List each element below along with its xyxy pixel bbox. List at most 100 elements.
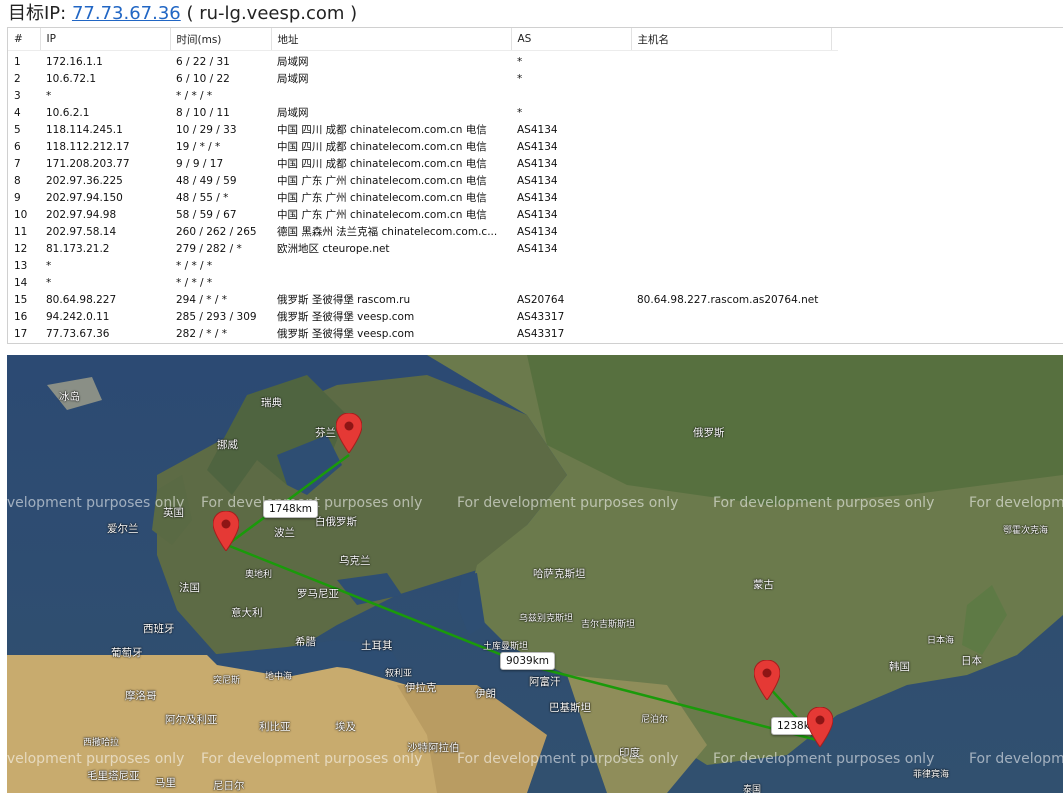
column-header-number[interactable]: # [8, 28, 41, 51]
hop-as: * [517, 72, 523, 85]
hop-ip: 202.97.94.150 [46, 191, 123, 204]
column-header-address[interactable]: 地址 [271, 28, 512, 51]
place-label: 土耳其 [361, 640, 393, 652]
place-label: 韩国 [889, 661, 910, 673]
hop-address [271, 274, 511, 291]
column-header-as[interactable]: AS [511, 28, 632, 51]
place-label: 乌克兰 [339, 555, 371, 567]
place-label: 土库曼斯坦 [483, 642, 529, 652]
table-row[interactable]: 16 94.242.0.11 285 / 293 / 309 俄罗斯 圣彼得堡 vee… [8, 308, 838, 325]
row-filler [831, 308, 838, 325]
table-row[interactable]: 12 81.173.21.2 279 / 282 / * 欧洲地区 cteurope.… [8, 240, 838, 257]
hop-as: * [517, 106, 523, 119]
map-marker-icon[interactable] [213, 511, 239, 551]
place-label: 西撒哈拉 [83, 738, 120, 748]
column-header-ip[interactable]: IP [40, 28, 171, 51]
row-filler [831, 172, 838, 189]
place-label: 英国 [163, 507, 184, 519]
place-label: 意大利 [231, 607, 263, 619]
row-filler [831, 138, 838, 155]
hop-address [271, 87, 511, 104]
table-row[interactable]: 9 202.97.94.150 48 / 55 / * 中国 广东 广州 chinat… [8, 189, 838, 206]
row-filler [831, 104, 838, 121]
hop-ip: 171.208.203.77 [46, 157, 130, 170]
place-label: 摩洛哥 [125, 690, 157, 702]
row-filler [831, 274, 838, 291]
hop-hostname [631, 223, 831, 240]
place-label: 芬兰 [315, 427, 336, 439]
place-label: 蒙古 [753, 579, 774, 591]
place-label: 埃及 [335, 721, 356, 733]
hop-time: 8 / 10 / 11 [176, 106, 230, 119]
table-row[interactable]: 11 202.97.58.14 260 / 262 / 265 德国 黑森州 法兰克福… [8, 223, 838, 240]
place-label: 阿尔及利亚 [165, 714, 218, 726]
hop-as: AS4134 [517, 242, 558, 255]
table-row[interactable]: 2 10.6.72.1 6 / 10 / 22 局域网 * [8, 70, 838, 87]
table-row[interactable]: 6 118.112.212.17 19 / * / * 中国 四川 成都 chinat… [8, 138, 838, 155]
route-map[interactable]: For development purposes only For develo… [7, 355, 1063, 793]
hop-ip: 202.97.36.225 [46, 174, 123, 187]
row-filler [831, 325, 838, 342]
place-label: 罗马尼亚 [297, 588, 339, 600]
hop-ip: * [46, 89, 52, 102]
hop-as: AS4134 [517, 157, 558, 170]
target-ip-prefix: 目标IP: [8, 3, 72, 24]
table-row[interactable]: 13 * * / * / * [8, 257, 838, 274]
hop-number: 13 [14, 259, 28, 272]
hop-ip: 202.97.58.14 [46, 225, 117, 238]
hop-number: 8 [14, 174, 21, 187]
map-marker-icon[interactable] [336, 413, 362, 453]
table-row[interactable]: 17 77.73.67.36 282 / * / * 俄罗斯 圣彼得堡 veesp.c… [8, 325, 838, 342]
column-header-time[interactable]: 时间(ms) [170, 28, 272, 51]
hop-time: * / * / * [176, 276, 213, 289]
hop-time: 6 / 10 / 22 [176, 72, 230, 85]
table-row[interactable]: 1 172.16.1.1 6 / 22 / 31 局域网 * [8, 51, 838, 71]
table-row[interactable]: 8 202.97.36.225 48 / 49 / 59 中国 广东 广州 china… [8, 172, 838, 189]
place-label: 瑞典 [261, 397, 282, 409]
target-ip-link[interactable]: 77.73.67.36 [72, 3, 181, 24]
hop-address: 中国 四川 成都 chinatelecom.com.cn 电信 [277, 158, 487, 170]
table-row[interactable]: 15 80.64.98.227 294 / * / * 俄罗斯 圣彼得堡 rascom… [8, 291, 838, 308]
hop-as: AS4134 [517, 174, 558, 187]
table-row[interactable]: 5 118.114.245.1 10 / 29 / 33 中国 四川 成都 china… [8, 121, 838, 138]
place-label: 叙利亚 [385, 669, 413, 679]
hop-number: 3 [14, 89, 21, 102]
hop-as: AS4134 [517, 140, 558, 153]
hop-as: AS4134 [517, 191, 558, 204]
target-ip-header: 目标IP: 77.73.67.36 ( ru-lg.veesp.com ) [8, 2, 357, 26]
place-label: 吉尔吉斯斯坦 [581, 620, 636, 630]
hop-time: 9 / 9 / 17 [176, 157, 224, 170]
place-label: 白俄罗斯 [315, 516, 357, 528]
row-filler [831, 223, 838, 240]
hop-time: 285 / 293 / 309 [176, 310, 257, 323]
place-label: 西班牙 [143, 623, 175, 635]
hop-time: * / * / * [176, 89, 213, 102]
map-marker-icon[interactable] [807, 707, 833, 747]
trace-table: # IP 时间(ms) 地址 AS 主机名 1 172.16.1.1 6 / 22 … [7, 27, 1063, 344]
hop-as: AS20764 [517, 293, 565, 306]
hop-as [511, 87, 631, 104]
row-filler [831, 87, 838, 104]
place-label: 利比亚 [259, 721, 291, 733]
row-filler [831, 155, 838, 172]
table-row[interactable]: 4 10.6.2.1 8 / 10 / 11 局域网 * [8, 104, 838, 121]
table-row[interactable]: 10 202.97.94.98 58 / 59 / 67 中国 广东 广州 china… [8, 206, 838, 223]
table-row[interactable]: 7 171.208.203.77 9 / 9 / 17 中国 四川 成都 chinat… [8, 155, 838, 172]
hop-hostname [631, 257, 831, 274]
hop-hostname [631, 308, 831, 325]
table-row[interactable]: 3 * * / * / * [8, 87, 838, 104]
hop-address: 中国 四川 成都 chinatelecom.com.cn 电信 [277, 124, 487, 136]
hop-address: 中国 广东 广州 chinatelecom.com.cn 电信 [277, 175, 487, 187]
hop-as: AS4134 [517, 208, 558, 221]
hop-time: 294 / * / * [176, 293, 227, 306]
column-header-hostname[interactable]: 主机名 [631, 28, 832, 51]
map-marker-icon[interactable] [754, 660, 780, 700]
hop-number: 1 [14, 55, 21, 68]
table-row[interactable]: 14 * * / * / * [8, 274, 838, 291]
hop-ip: 202.97.94.98 [46, 208, 117, 221]
place-label: 马里 [155, 777, 176, 789]
hop-number: 15 [14, 293, 28, 306]
hop-address: 中国 广东 广州 chinatelecom.com.cn 电信 [277, 209, 487, 221]
place-label: 日本海 [927, 636, 955, 646]
hop-number: 17 [14, 327, 28, 340]
